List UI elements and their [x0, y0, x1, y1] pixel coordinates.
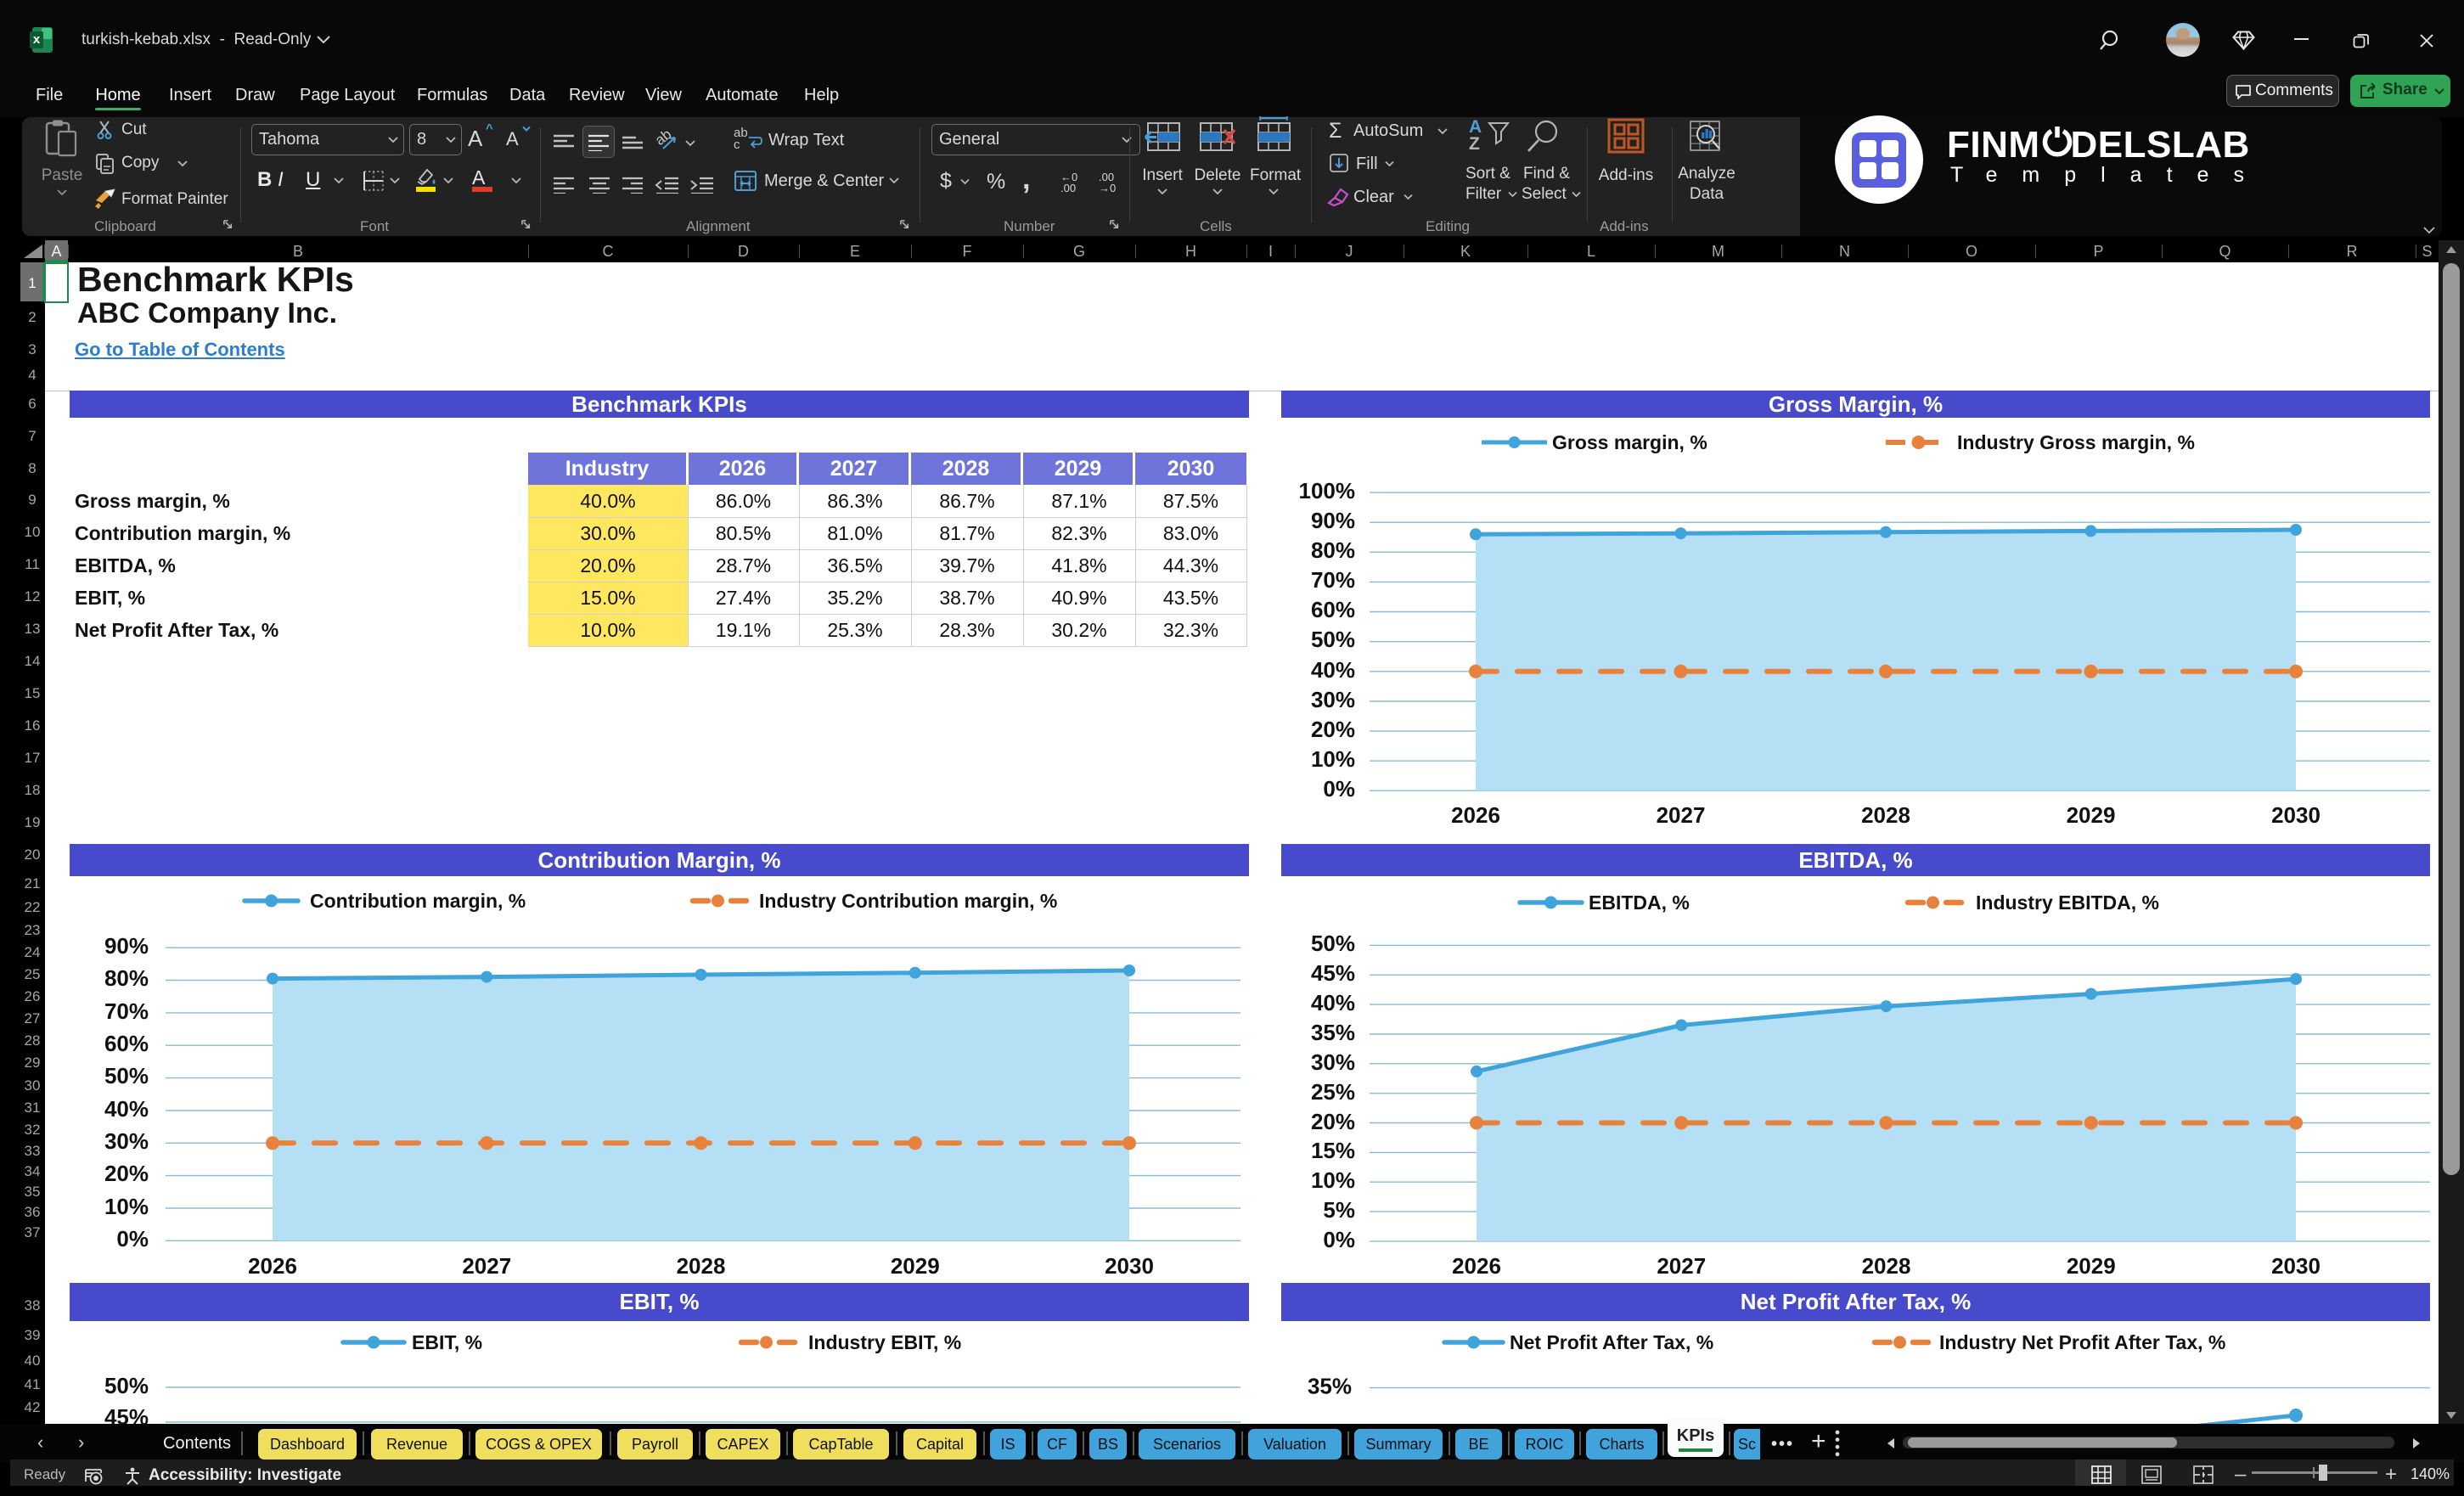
- svg-text:5%: 5%: [1323, 1197, 1355, 1223]
- svg-text:35%: 35%: [1311, 1020, 1355, 1045]
- svg-text:25%: 25%: [1311, 1079, 1355, 1105]
- svg-text:60%: 60%: [104, 1031, 149, 1056]
- svg-text:0%: 0%: [1323, 776, 1355, 801]
- svg-text:60%: 60%: [1311, 597, 1355, 622]
- svg-text:Industry EBITDA, %: Industry EBITDA, %: [1976, 891, 2159, 914]
- svg-text:40%: 40%: [104, 1096, 149, 1122]
- svg-text:70%: 70%: [104, 998, 149, 1024]
- svg-text:10%: 10%: [104, 1194, 149, 1219]
- svg-text:30%: 30%: [1311, 1049, 1355, 1075]
- svg-text:Contribution margin, %: Contribution margin, %: [310, 890, 526, 912]
- svg-text:2030: 2030: [2271, 1253, 2321, 1279]
- svg-text:45%: 45%: [104, 1404, 149, 1424]
- svg-text:30%: 30%: [104, 1128, 149, 1154]
- svg-text:10%: 10%: [1311, 746, 1355, 772]
- svg-text:EBIT, %: EBIT, %: [412, 1331, 482, 1353]
- svg-text:70%: 70%: [1311, 567, 1355, 593]
- svg-text:20%: 20%: [1311, 717, 1355, 742]
- svg-text:2027: 2027: [1657, 802, 1706, 828]
- svg-text:Net Profit After Tax, %: Net Profit After Tax, %: [1510, 1331, 1713, 1353]
- svg-text:2029: 2029: [2067, 802, 2116, 828]
- svg-text:2028: 2028: [1862, 1253, 1911, 1279]
- svg-text:2027: 2027: [1657, 1253, 1706, 1279]
- svg-text:EBITDA, %: EBITDA, %: [1589, 891, 1690, 914]
- svg-text:0%: 0%: [116, 1226, 149, 1251]
- svg-text:2028: 2028: [677, 1253, 726, 1279]
- svg-text:2029: 2029: [2067, 1253, 2116, 1279]
- svg-text:15%: 15%: [1311, 1138, 1355, 1163]
- svg-text:50%: 50%: [104, 1063, 149, 1088]
- svg-text:2029: 2029: [891, 1253, 940, 1279]
- svg-text:50%: 50%: [1311, 931, 1355, 956]
- svg-text:10%: 10%: [1311, 1167, 1355, 1193]
- svg-text:50%: 50%: [1311, 627, 1355, 652]
- svg-text:Industry Net Profit After Tax,: Industry Net Profit After Tax, %: [1939, 1331, 2225, 1353]
- svg-text:0%: 0%: [1323, 1227, 1355, 1252]
- svg-text:90%: 90%: [1311, 508, 1355, 533]
- svg-text:45%: 45%: [1311, 960, 1355, 986]
- svg-text:Industry EBIT, %: Industry EBIT, %: [808, 1331, 961, 1353]
- svg-text:80%: 80%: [104, 965, 149, 991]
- svg-text:2026: 2026: [1451, 802, 1500, 828]
- svg-text:2027: 2027: [462, 1253, 511, 1279]
- svg-text:Industry Gross margin, %: Industry Gross margin, %: [1957, 431, 2195, 453]
- svg-text:100%: 100%: [1299, 478, 1356, 503]
- svg-text:Industry Contribution margin,: Industry Contribution margin, %: [759, 890, 1057, 912]
- svg-text:2030: 2030: [1105, 1253, 1154, 1279]
- svg-text:40%: 40%: [1311, 990, 1355, 1015]
- svg-text:20%: 20%: [104, 1161, 149, 1186]
- svg-text:80%: 80%: [1311, 537, 1355, 563]
- svg-text:2026: 2026: [1452, 1253, 1501, 1279]
- svg-text:50%: 50%: [104, 1373, 149, 1398]
- svg-text:2026: 2026: [248, 1253, 297, 1279]
- svg-text:2028: 2028: [1861, 802, 1910, 828]
- svg-text:40%: 40%: [1311, 657, 1355, 683]
- svg-text:30%: 30%: [1311, 687, 1355, 712]
- svg-text:20%: 20%: [1311, 1109, 1355, 1134]
- svg-text:35%: 35%: [1308, 1374, 1352, 1399]
- svg-text:90%: 90%: [104, 933, 149, 959]
- svg-text:Gross margin, %: Gross margin, %: [1552, 431, 1707, 453]
- svg-text:2030: 2030: [2271, 802, 2321, 828]
